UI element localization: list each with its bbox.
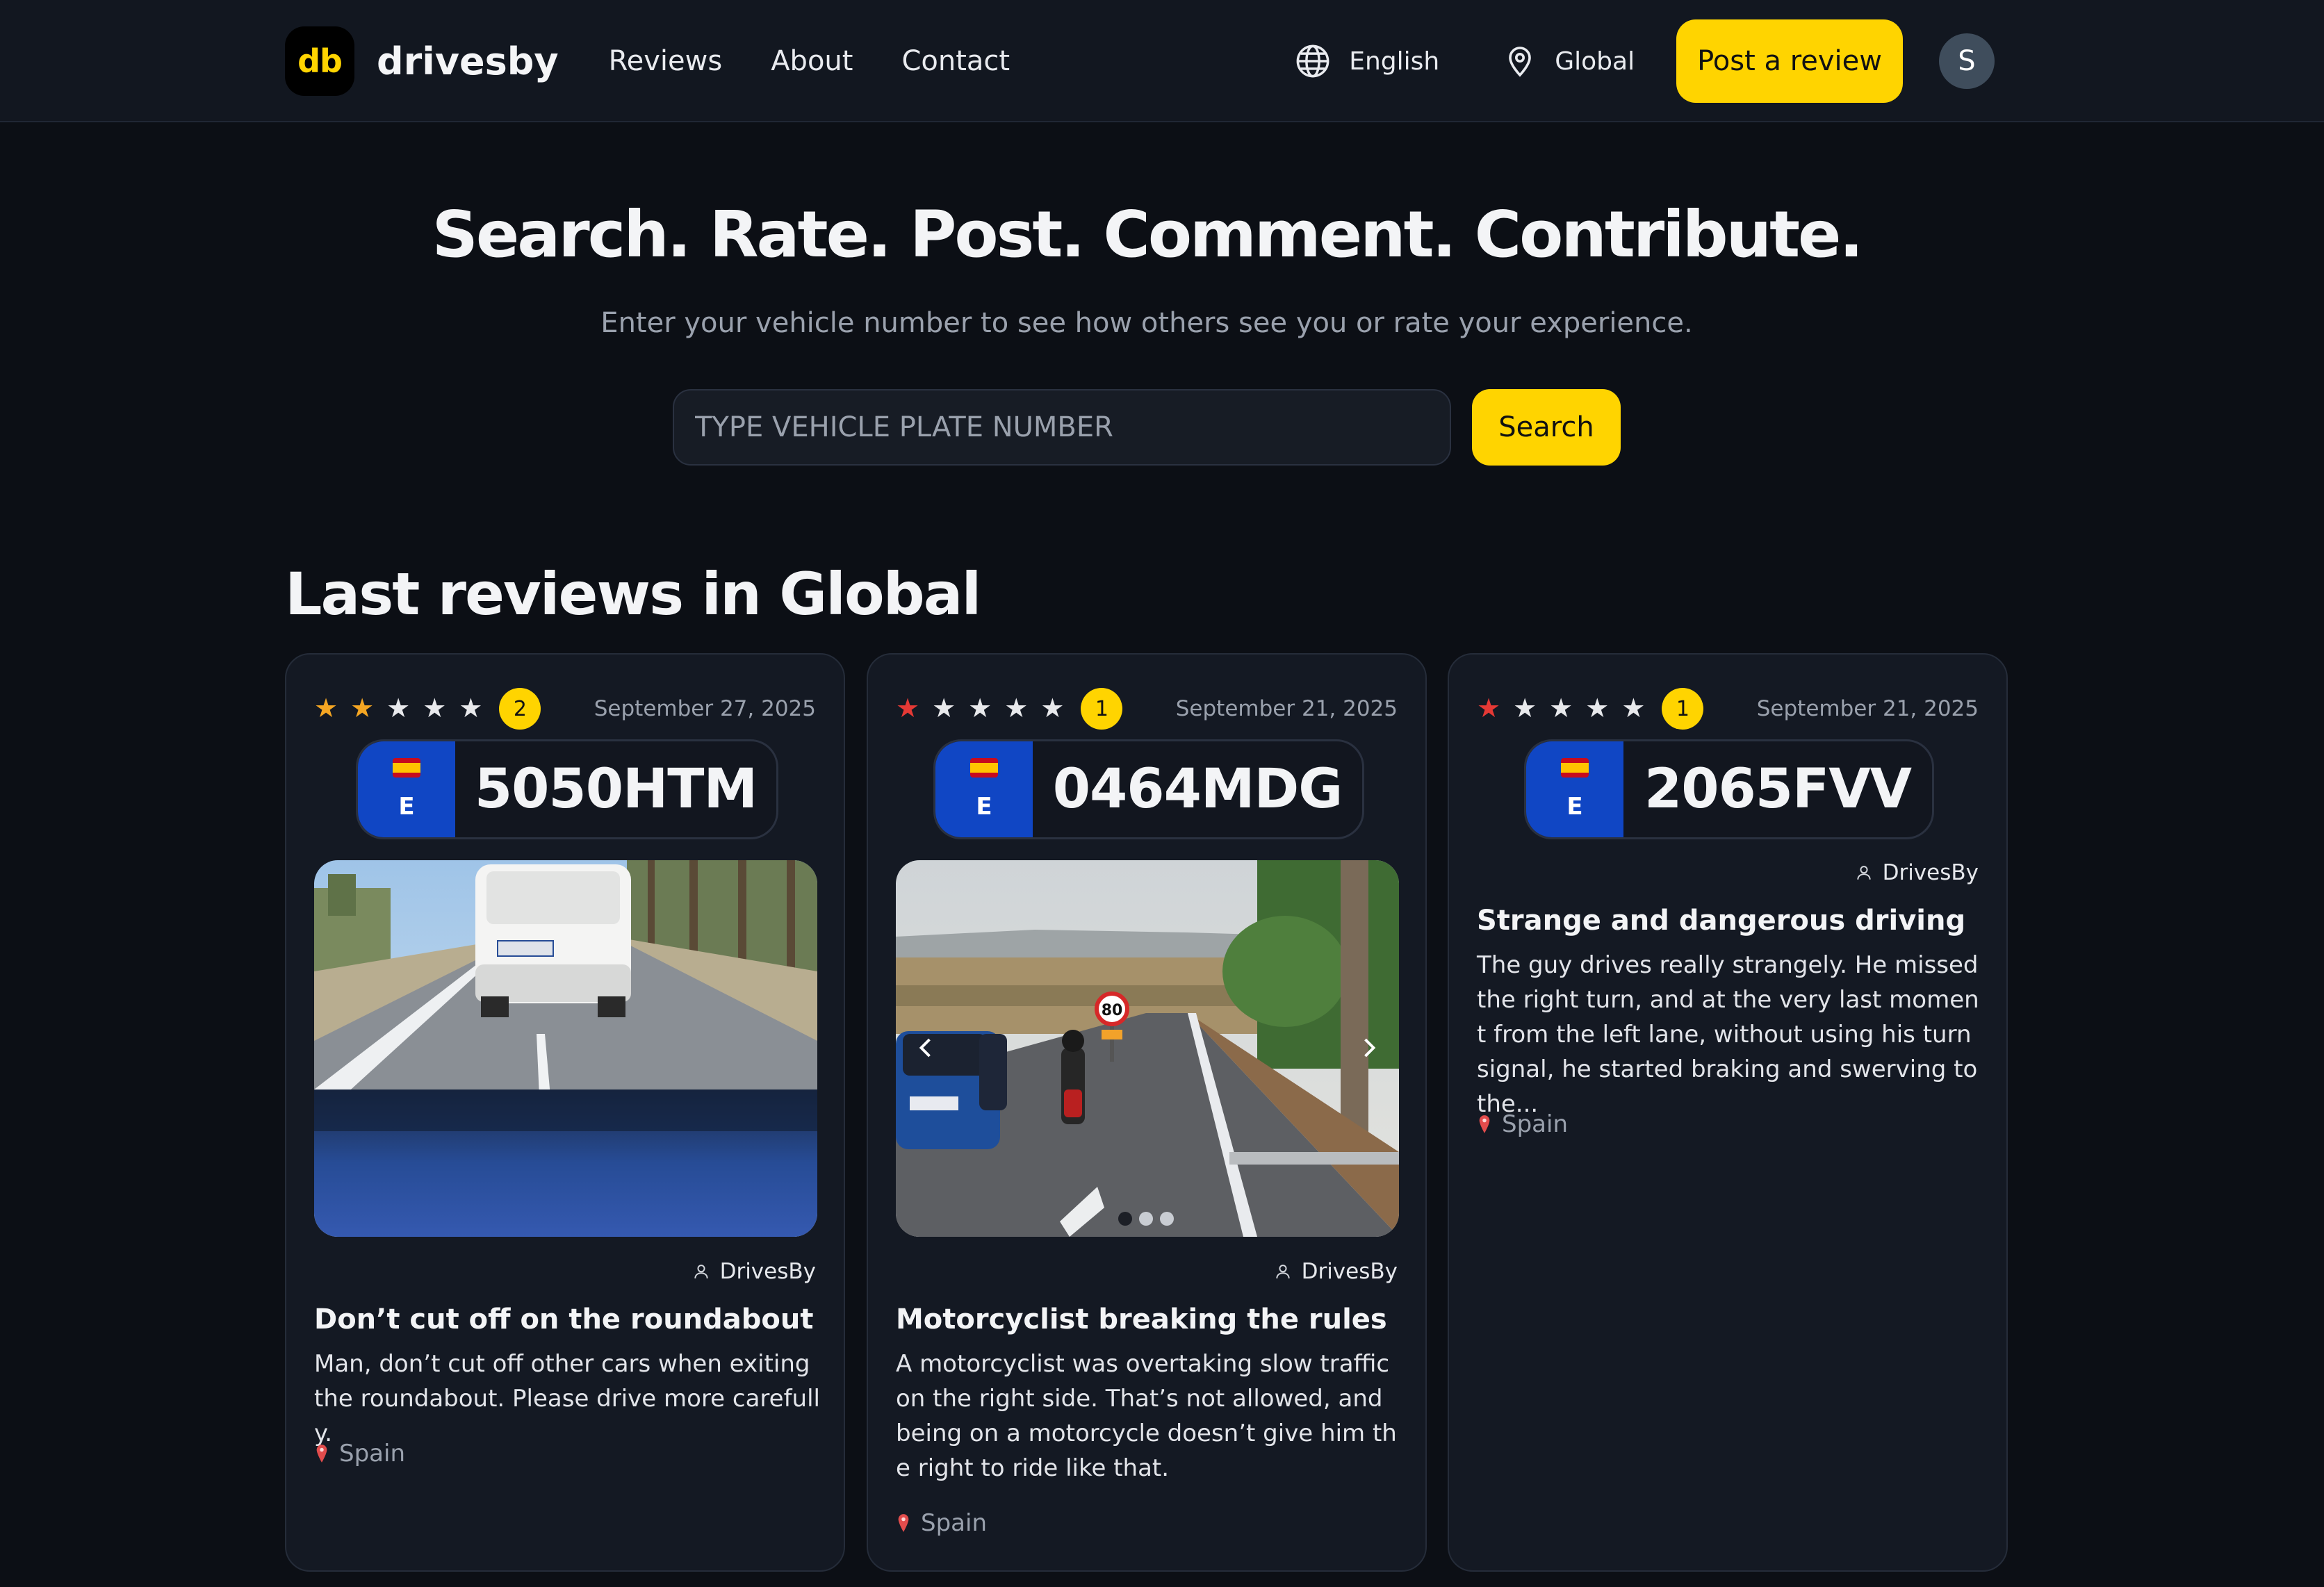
language-selector[interactable]: English: [1295, 43, 1439, 79]
star-empty-icon: ★: [386, 694, 411, 723]
review-title[interactable]: Motorcyclist breaking the rules: [896, 1304, 1398, 1335]
plate-eu-band: E: [1526, 741, 1623, 837]
author-name: DrivesBy: [719, 1259, 816, 1284]
review-author[interactable]: DrivesBy: [1274, 1259, 1398, 1284]
star-empty-icon: ★: [1585, 694, 1610, 723]
star-filled-icon: ★: [896, 694, 920, 723]
star-empty-icon: ★: [932, 694, 956, 723]
review-body: Man, don’t cut off other cars when exiti…: [314, 1350, 820, 1447]
location-text: Spain: [339, 1440, 405, 1467]
chevron-left-icon: [919, 1038, 931, 1058]
review-date: September 21, 2025: [1175, 696, 1398, 721]
review-author[interactable]: DrivesBy: [692, 1259, 816, 1284]
nav-link-about[interactable]: About: [771, 45, 853, 77]
review-body: The guy drives really strangely. He miss…: [1477, 951, 1979, 1118]
star-filled-icon: ★: [350, 694, 375, 723]
review-photo[interactable]: [314, 860, 817, 1237]
nav-link-contact[interactable]: Contact: [901, 45, 1010, 77]
review-location: Spain: [314, 1440, 405, 1467]
navbar-inner: db drivesby Reviews About Contact Englis…: [285, 0, 1995, 122]
review-title[interactable]: Strange and dangerous driving: [1477, 905, 1979, 937]
review-card-header: ★ ★ ★ ★ ★ 1 September 21, 2025: [896, 686, 1398, 731]
spain-flag-icon: [393, 758, 420, 778]
plate-number: 5050HTM: [474, 758, 758, 821]
rating-badge: 1: [1662, 688, 1704, 730]
review-photo-image: [314, 860, 817, 1237]
license-plate[interactable]: E 5050HTM: [356, 739, 778, 839]
plate-country-code: E: [398, 793, 415, 821]
spain-flag-icon: [970, 758, 998, 778]
language-label: English: [1349, 47, 1440, 76]
user-avatar[interactable]: S: [1939, 33, 1995, 89]
location-text: Spain: [1502, 1110, 1568, 1138]
user-icon: [1856, 866, 1871, 880]
carousel-dot[interactable]: [1118, 1212, 1132, 1226]
logo-text[interactable]: drivesby: [377, 40, 559, 83]
review-card[interactable]: ★ ★ ★ ★ ★ 2 September 27, 2025 E 5050HTM: [285, 653, 845, 1572]
rating-badge: 2: [499, 688, 541, 730]
hero-title: Search. Rate. Post. Comment. Contribute.: [432, 197, 1864, 272]
carousel-dot[interactable]: [1139, 1212, 1153, 1226]
star-empty-icon: ★: [1549, 694, 1573, 723]
carousel-prev-button[interactable]: [906, 1027, 947, 1069]
location-selector[interactable]: Global: [1503, 43, 1635, 79]
review-location: Spain: [896, 1509, 987, 1537]
location-pin-icon: [316, 1445, 327, 1463]
plate-number: 0464MDG: [1052, 758, 1343, 821]
star-empty-icon: ★: [1621, 694, 1646, 723]
review-photo-image: 80: [896, 860, 1399, 1237]
plate-eu-band: E: [935, 741, 1033, 837]
star-empty-icon: ★: [1513, 694, 1537, 723]
user-icon: [1275, 1265, 1290, 1278]
spain-flag-icon: [1561, 758, 1589, 778]
license-plate[interactable]: E 0464MDG: [933, 739, 1364, 839]
top-navbar: db drivesby Reviews About Contact Englis…: [0, 0, 2324, 122]
location-label: Global: [1555, 47, 1635, 76]
plate-country-code: E: [976, 793, 992, 821]
plate-number: 2065FVV: [1644, 758, 1912, 821]
star-empty-icon: ★: [423, 694, 447, 723]
review-body: A motorcyclist was overtaking slow traff…: [896, 1350, 1397, 1482]
plate-eu-band: E: [358, 741, 455, 837]
review-card[interactable]: ★ ★ ★ ★ ★ 1 September 21, 2025 E 0464MDG: [867, 653, 1427, 1572]
star-empty-icon: ★: [459, 694, 483, 723]
carousel-dots: [1118, 1212, 1181, 1226]
review-card-header: ★ ★ ★ ★ ★ 1 September 21, 2025: [1477, 686, 1979, 731]
star-filled-icon: ★: [1477, 694, 1501, 723]
search-button[interactable]: Search: [1472, 389, 1621, 466]
location-pin-icon: [1479, 1115, 1490, 1133]
review-photo-carousel[interactable]: 80: [896, 860, 1399, 1237]
review-date: September 27, 2025: [594, 696, 816, 721]
location-text: Spain: [921, 1509, 987, 1537]
author-name: DrivesBy: [1301, 1259, 1398, 1284]
logo-mark[interactable]: db: [285, 26, 354, 96]
map-pin-icon: [1509, 47, 1532, 77]
license-plate[interactable]: E 2065FVV: [1524, 739, 1934, 839]
user-icon: [694, 1265, 708, 1278]
review-title[interactable]: Don’t cut off on the roundabout: [314, 1304, 816, 1335]
carousel-next-button[interactable]: [1348, 1027, 1389, 1069]
review-author[interactable]: DrivesBy: [1855, 860, 1979, 885]
nav-link-reviews[interactable]: Reviews: [609, 45, 723, 77]
star-empty-icon: ★: [1004, 694, 1029, 723]
section-title: Last reviews in Global: [285, 560, 981, 628]
review-card-header: ★ ★ ★ ★ ★ 2 September 27, 2025: [314, 686, 816, 731]
star-empty-icon: ★: [1040, 694, 1065, 723]
rating-badge: 1: [1081, 688, 1123, 730]
carousel-dot[interactable]: [1160, 1212, 1174, 1226]
hero-subtitle: Enter your vehicle number to see how oth…: [600, 307, 1693, 339]
review-location: Spain: [1477, 1110, 1568, 1138]
post-review-button[interactable]: Post a review: [1676, 19, 1903, 103]
speed-limit-sign: 80: [1102, 1002, 1123, 1019]
globe-icon: [1296, 44, 1329, 78]
author-name: DrivesBy: [1882, 860, 1979, 885]
plate-search-input[interactable]: [673, 389, 1451, 466]
review-date: September 21, 2025: [1756, 696, 1979, 721]
review-card[interactable]: ★ ★ ★ ★ ★ 1 September 21, 2025 E 2065FVV…: [1448, 653, 2008, 1572]
chevron-right-icon: [1364, 1038, 1376, 1058]
star-filled-icon: ★: [314, 694, 338, 723]
location-pin-icon: [898, 1514, 909, 1532]
plate-country-code: E: [1566, 793, 1583, 821]
star-empty-icon: ★: [968, 694, 992, 723]
